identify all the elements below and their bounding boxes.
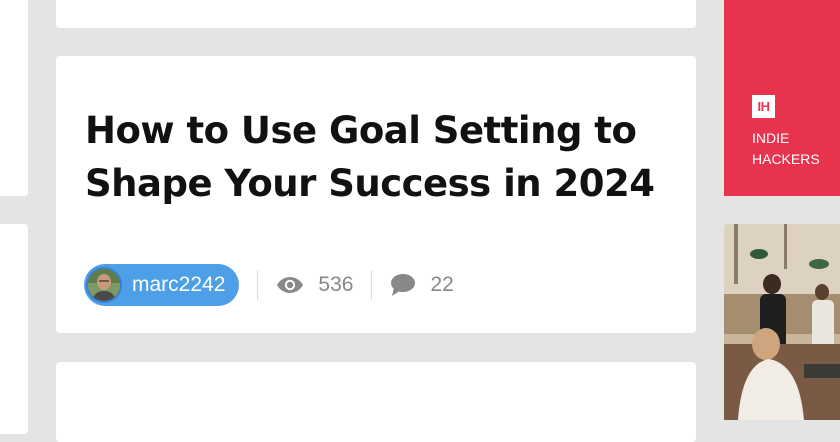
adjacent-card-left-bottom <box>0 224 28 434</box>
view-count: 536 <box>276 273 353 297</box>
author-link[interactable]: marc2242 <box>84 264 240 306</box>
post-card-next[interactable] <box>56 362 696 442</box>
comment-count[interactable]: 22 <box>390 273 454 297</box>
speech-bubble-icon <box>391 274 416 296</box>
post-card[interactable]: How to Use Goal Setting to Shape Your Su… <box>56 56 696 333</box>
adjacent-card-left-top <box>0 0 28 196</box>
divider <box>371 270 373 300</box>
sidebar-photo[interactable] <box>724 224 840 420</box>
indie-hackers-logo: IH <box>752 95 775 118</box>
indie-hackers-banner[interactable]: IH INDIE HACKERS <box>724 0 840 196</box>
post-title[interactable]: How to Use Goal Setting to Shape Your Su… <box>85 104 665 210</box>
divider <box>257 270 259 300</box>
post-card-previous[interactable] <box>56 0 696 28</box>
avatar-image <box>88 269 120 301</box>
eye-icon <box>277 277 304 293</box>
coworking-photo-image <box>724 224 840 420</box>
indie-hackers-name: INDIE HACKERS <box>752 130 820 167</box>
avatar[interactable] <box>86 267 122 303</box>
comment-count-value: 22 <box>430 273 454 296</box>
view-count-value: 536 <box>318 273 354 296</box>
post-meta: marc2242 536 22 <box>84 264 454 306</box>
author-username[interactable]: marc2242 <box>132 273 225 297</box>
